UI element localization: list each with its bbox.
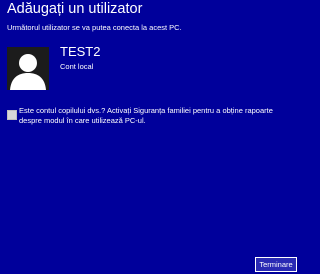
family-safety-label[interactable]: Este contul copilului dvs.? Activați Sig… (19, 106, 291, 126)
page-subtitle: Următorul utilizator se va putea conecta… (7, 23, 182, 32)
avatar (7, 47, 49, 90)
page-title: Adăugați un utilizator (7, 1, 143, 17)
family-safety-checkbox[interactable] (7, 110, 17, 120)
finish-button[interactable]: Terminare (255, 257, 297, 272)
user-silhouette-icon (10, 54, 46, 90)
user-name: TEST2 (60, 44, 101, 59)
account-type: Cont local (60, 62, 94, 71)
